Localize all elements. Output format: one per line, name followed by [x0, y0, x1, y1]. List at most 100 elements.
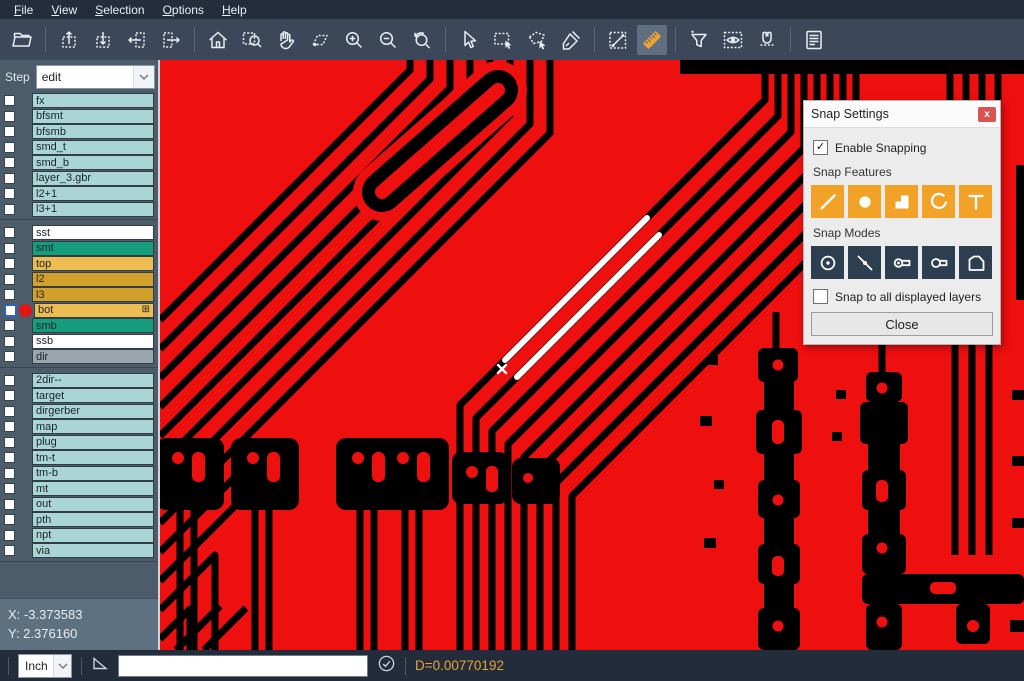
layer-visibility-checkbox[interactable] — [4, 437, 15, 448]
zoom-polygon-button[interactable] — [305, 25, 335, 55]
layer-visibility-checkbox[interactable] — [4, 390, 15, 401]
layer-label-bfsmb[interactable]: bfsmb — [32, 124, 154, 139]
layer-visibility-checkbox[interactable] — [4, 258, 15, 269]
apply-check-icon[interactable] — [377, 654, 396, 678]
layer-label-l3[interactable]: l3 — [32, 287, 154, 302]
zoom-out-button[interactable] — [373, 25, 403, 55]
layer-label-l2[interactable]: l2 — [32, 272, 154, 287]
layer-label-target[interactable]: target — [32, 388, 154, 403]
measure-point-to-point-button[interactable] — [603, 25, 633, 55]
layer-visibility-checkbox[interactable] — [4, 173, 15, 184]
snap-settings-titlebar[interactable]: Snap Settings x — [804, 101, 1000, 128]
layer-label-out[interactable]: out — [32, 497, 154, 512]
layer-label-via[interactable]: via — [32, 543, 154, 558]
layer-row-fx[interactable]: fx — [0, 93, 158, 109]
layer-row-tm-t[interactable]: tm-t — [0, 450, 158, 466]
layer-visibility-checkbox[interactable] — [4, 243, 15, 254]
layer-row-smb[interactable]: smb — [0, 318, 158, 334]
layer-row-l2[interactable]: l2 — [0, 272, 158, 288]
shift-right-button[interactable] — [156, 25, 186, 55]
layer-row-bfsmb[interactable]: bfsmb — [0, 124, 158, 140]
zoom-window-button[interactable] — [237, 25, 267, 55]
layer-label-smd_t[interactable]: smd_t — [32, 140, 154, 155]
layer-row-smd_t[interactable]: smd_t — [0, 140, 158, 156]
layer-label-layer_3.gbr[interactable]: layer_3.gbr — [32, 171, 154, 186]
layer-label-top[interactable]: top — [32, 256, 154, 271]
layer-visibility-checkbox[interactable] — [4, 514, 15, 525]
layer-visibility-checkbox[interactable] — [4, 188, 15, 199]
layer-visibility-checkbox[interactable] — [4, 204, 15, 215]
layer-row-top[interactable]: top — [0, 256, 158, 272]
layer-visibility-checkbox[interactable] — [4, 289, 15, 300]
snap-mode-center-button[interactable] — [811, 246, 844, 279]
layer-row-pth[interactable]: pth — [0, 512, 158, 528]
layer-grid-icon[interactable]: ⊞ — [142, 305, 150, 315]
layer-visibility-checkbox[interactable] — [4, 304, 17, 317]
pan-button[interactable] — [271, 25, 301, 55]
open-project-button[interactable] — [7, 25, 37, 55]
layer-visibility-checkbox[interactable] — [4, 351, 15, 362]
layer-label-fx[interactable]: fx — [32, 93, 154, 108]
close-icon[interactable]: x — [978, 107, 996, 122]
layer-row-npt[interactable]: npt — [0, 528, 158, 544]
snap-mode-contour-button[interactable] — [959, 246, 992, 279]
layer-label-npt[interactable]: npt — [32, 528, 154, 543]
layer-label-l2+1[interactable]: l2+1 — [32, 186, 154, 201]
layer-row-bot[interactable]: bot⊞ — [0, 303, 158, 319]
layer-visibility-checkbox[interactable] — [4, 545, 15, 556]
snap-mode-pad-with-hole-button[interactable] — [885, 246, 918, 279]
step-dropdown[interactable]: edit — [36, 65, 155, 89]
layer-row-l2+1[interactable]: l2+1 — [0, 186, 158, 202]
snap-all-layers-checkbox[interactable] — [813, 289, 828, 304]
pcb-canvas[interactable]: Snap Settings x ✓ Enable Snapping Snap F… — [160, 60, 1024, 650]
layer-label-smt[interactable]: smt — [32, 241, 154, 256]
layer-visibility-checkbox[interactable] — [4, 452, 15, 463]
layer-label-smd_b[interactable]: smd_b — [32, 155, 154, 170]
layer-label-tm-t[interactable]: tm-t — [32, 450, 154, 465]
shift-left-button[interactable] — [122, 25, 152, 55]
layer-label-l3+1[interactable]: l3+1 — [32, 202, 154, 217]
layer-visibility-checkbox[interactable] — [4, 126, 15, 137]
layer-label-ssb[interactable]: ssb — [32, 334, 154, 349]
layer-label-plug[interactable]: plug — [32, 435, 154, 450]
filter-button[interactable] — [684, 25, 714, 55]
layer-row-out[interactable]: out — [0, 497, 158, 513]
menu-help[interactable]: Help — [213, 2, 256, 18]
layer-row-plug[interactable]: plug — [0, 435, 158, 451]
layer-visibility-checkbox[interactable] — [4, 95, 15, 106]
layer-label-bfsmt[interactable]: bfsmt — [32, 109, 154, 124]
chevron-down-icon[interactable] — [53, 655, 71, 677]
layer-row-smd_b[interactable]: smd_b — [0, 155, 158, 171]
unit-dropdown[interactable]: Inch — [18, 654, 72, 678]
layer-visibility-checkbox[interactable] — [4, 499, 15, 510]
layer-row-l3+1[interactable]: l3+1 — [0, 202, 158, 218]
layer-row-tm-b[interactable]: tm-b — [0, 466, 158, 482]
layer-row-via[interactable]: via — [0, 543, 158, 559]
menu-selection[interactable]: Selection — [86, 2, 153, 18]
layer-label-dir[interactable]: dir — [32, 349, 154, 364]
layer-label-mt[interactable]: mt — [32, 481, 154, 496]
layer-row-2dir--[interactable]: 2dir-- — [0, 373, 158, 389]
snap-button[interactable] — [752, 25, 782, 55]
layer-label-smb[interactable]: smb — [32, 318, 154, 333]
layer-visibility-checkbox[interactable] — [4, 406, 15, 417]
shift-down-button[interactable] — [88, 25, 118, 55]
layer-visibility-checkbox[interactable] — [4, 468, 15, 479]
zoom-previous-button[interactable] — [407, 25, 437, 55]
menu-options[interactable]: Options — [154, 2, 213, 18]
layer-visibility-checkbox[interactable] — [4, 483, 15, 494]
menu-file[interactable]: File — [5, 2, 42, 18]
layer-label-map[interactable]: map — [32, 419, 154, 434]
snap-feature-pad-button[interactable] — [848, 185, 881, 218]
layer-row-smt[interactable]: smt — [0, 241, 158, 257]
home-view-button[interactable] — [203, 25, 233, 55]
chevron-down-icon[interactable] — [133, 66, 154, 88]
measure-ruler-button[interactable] — [637, 25, 667, 55]
layer-visibility-checkbox[interactable] — [4, 274, 15, 285]
layer-row-map[interactable]: map — [0, 419, 158, 435]
layer-row-sst[interactable]: sst — [0, 225, 158, 241]
display-options-button[interactable] — [718, 25, 748, 55]
layer-row-l3[interactable]: l3 — [0, 287, 158, 303]
layer-visibility-checkbox[interactable] — [4, 227, 15, 238]
menu-view[interactable]: View — [42, 2, 86, 18]
